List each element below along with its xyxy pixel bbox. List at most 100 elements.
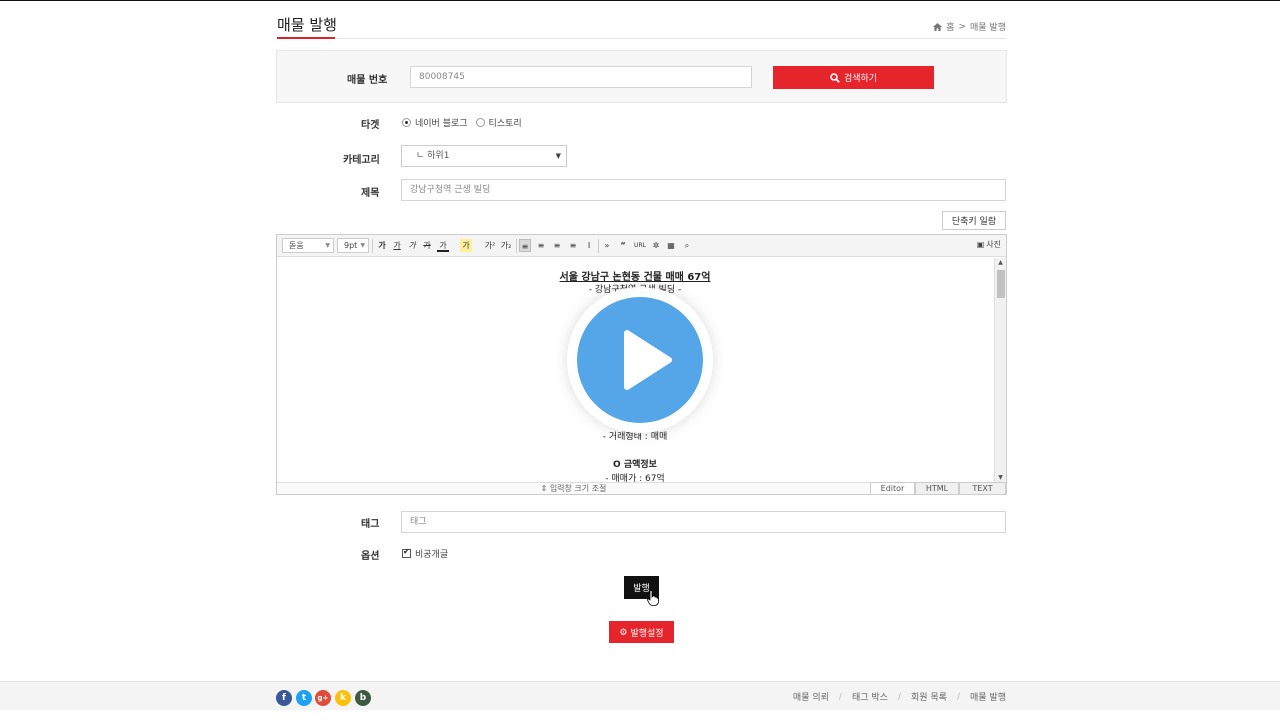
target-radio-group: 네이버 블로그 티스토리	[402, 116, 522, 129]
scroll-down-icon[interactable]: ▼	[995, 474, 1006, 481]
chevron-down-icon: ▼	[360, 242, 365, 249]
subscript-icon[interactable]: 가₂	[500, 239, 512, 252]
footer-link-property-request[interactable]: 매물 의뢰	[793, 690, 829, 703]
highlight-color-icon[interactable]: 가	[460, 239, 472, 252]
editor-resize-handle[interactable]: ⇕ 입력창 크기 조절	[277, 482, 870, 494]
tags-label: 태그	[361, 519, 380, 530]
hand-cursor-icon	[647, 590, 659, 606]
special-char-icon[interactable]: ✲	[650, 239, 662, 252]
link-icon[interactable]: URL	[634, 239, 646, 252]
tab-editor[interactable]: Editor	[870, 482, 915, 494]
resize-icon: ⇕	[540, 484, 550, 493]
footer-link-separator: /	[838, 691, 842, 702]
footer-bottom-strip	[0, 710, 1280, 720]
footer-link-member-list[interactable]: 회원 목록	[911, 690, 947, 703]
facebook-icon[interactable]: f	[276, 690, 292, 706]
search-icon	[830, 72, 840, 83]
play-icon	[624, 330, 672, 390]
title-divider	[277, 38, 1006, 39]
private-post-checkbox[interactable]	[402, 547, 411, 558]
photo-button-label: 사진	[986, 240, 1001, 249]
twitter-icon[interactable]: t	[296, 690, 312, 706]
font-size-value: 9pt	[344, 241, 358, 250]
property-number-input[interactable]: 80008745	[410, 66, 752, 88]
find-replace-icon[interactable]: ⌕	[681, 239, 693, 252]
font-family-select[interactable]: 돋움 ▼	[282, 238, 334, 253]
category-selected-value: ㄴ 하위1	[416, 151, 450, 161]
radio-naver-blog[interactable]	[402, 118, 411, 127]
footer-link-property-publish[interactable]: 매물 발행	[970, 690, 1006, 703]
search-button[interactable]: 검색하기	[773, 66, 934, 89]
bold-icon[interactable]: 가	[376, 239, 388, 252]
google-plus-icon[interactable]: g+	[315, 690, 331, 706]
scrollbar-thumb[interactable]	[997, 270, 1005, 298]
toolbar-divider	[598, 239, 599, 253]
title-label: 제목	[361, 188, 380, 199]
shortcut-list-button[interactable]: 단축키 일람	[942, 211, 1006, 230]
play-button-circle	[577, 297, 703, 423]
photo-icon: ▣	[976, 240, 985, 249]
private-post-label[interactable]: 비공개글	[415, 547, 448, 560]
tags-input[interactable]: 태그	[401, 511, 1006, 533]
footer-link-tag-box[interactable]: 태그 박스	[852, 690, 888, 703]
underline-icon[interactable]: 가	[391, 239, 403, 252]
page-title: 매물 발행	[277, 16, 337, 34]
align-justify-icon[interactable]: ≡	[567, 239, 579, 252]
footer-links: 매물 의뢰 / 태그 박스 / 회원 목록 / 매물 발행	[793, 690, 1006, 704]
scroll-up-icon[interactable]: ▲	[995, 259, 1006, 266]
private-post-option: 비공개글	[402, 547, 448, 560]
publish-settings-label: 발행설정	[630, 627, 664, 638]
options-label: 옵션	[361, 551, 380, 562]
footer-link-separator: /	[956, 691, 961, 702]
top-border	[0, 0, 1280, 1]
breadcrumb-separator: >	[958, 21, 967, 32]
font-family-value: 돋움	[289, 241, 304, 250]
breadcrumb: 홈 > 매물 발행	[933, 20, 1006, 33]
radio-naver-blog-label[interactable]: 네이버 블로그	[415, 116, 468, 129]
tab-text[interactable]: TEXT	[959, 482, 1006, 494]
home-icon[interactable]	[933, 22, 943, 31]
toolbar-divider	[516, 239, 517, 253]
footer-link-separator: /	[897, 691, 901, 702]
category-label: 카테고리	[343, 155, 380, 166]
font-color-icon[interactable]: 가	[437, 239, 449, 252]
breadcrumb-home[interactable]: 홈	[946, 20, 954, 33]
publish-settings-button[interactable]: ⚙ 발행설정	[609, 621, 674, 643]
editor-scrollbar[interactable]: ▲ ▼	[994, 258, 1006, 482]
property-number-label: 매물 번호	[347, 75, 388, 86]
radio-tistory[interactable]	[475, 118, 485, 127]
gears-icon: ⚙	[619, 626, 628, 637]
editor-toolbar: 돋움 ▼ 9pt ▼ 가 가 가 가 가 가 가² 가₂ ≡ ≡ ≡ ≡ Ι »…	[277, 235, 1006, 257]
strikethrough-icon[interactable]: 가	[421, 239, 433, 252]
resize-label: 입력창 크기 조절	[549, 484, 607, 493]
kakao-icon[interactable]: k	[335, 690, 351, 706]
toolbar-divider	[372, 239, 373, 253]
search-button-label: 검색하기	[843, 73, 878, 83]
radio-tistory-label[interactable]: 티스토리	[489, 116, 522, 129]
target-label: 타겟	[361, 120, 380, 131]
content-price-section: O 금액정보	[613, 460, 657, 470]
title-input[interactable]: 강남구청역 근생 빌딩	[401, 179, 1006, 201]
align-center-icon[interactable]: ≡	[535, 239, 547, 252]
chevron-down-icon: ▼	[325, 242, 330, 249]
category-select[interactable]: ㄴ 하위1 ▼	[401, 145, 567, 167]
quote-icon[interactable]: “	[617, 239, 629, 252]
table-icon[interactable]: ▦	[665, 239, 677, 252]
font-size-select[interactable]: 9pt ▼	[337, 238, 369, 253]
italic-icon[interactable]: 가	[406, 239, 418, 252]
align-right-icon[interactable]: ≡	[551, 239, 563, 252]
tab-html[interactable]: HTML	[915, 482, 959, 494]
blog-icon[interactable]: b	[355, 690, 371, 706]
video-play-button[interactable]	[567, 287, 713, 433]
title-accent-underline	[277, 37, 335, 39]
content-price: - 매매가 : 67억	[605, 474, 665, 482]
footer: f t g+ k b 매물 의뢰 / 태그 박스 / 회원 목록 / 매물 발행	[0, 681, 1280, 710]
content-doc-title: 서울 강남구 논현동 건물 매매 67억	[559, 272, 711, 283]
line-height-icon[interactable]: Ι	[583, 239, 595, 252]
breadcrumb-current: 매물 발행	[970, 23, 1006, 33]
chevron-down-icon: ▼	[555, 152, 561, 160]
photo-button[interactable]: ▣ 사진	[977, 239, 1001, 250]
expand-toolbar-icon[interactable]: »	[601, 239, 613, 252]
align-left-icon[interactable]: ≡	[519, 239, 531, 252]
superscript-icon[interactable]: 가²	[484, 239, 496, 252]
